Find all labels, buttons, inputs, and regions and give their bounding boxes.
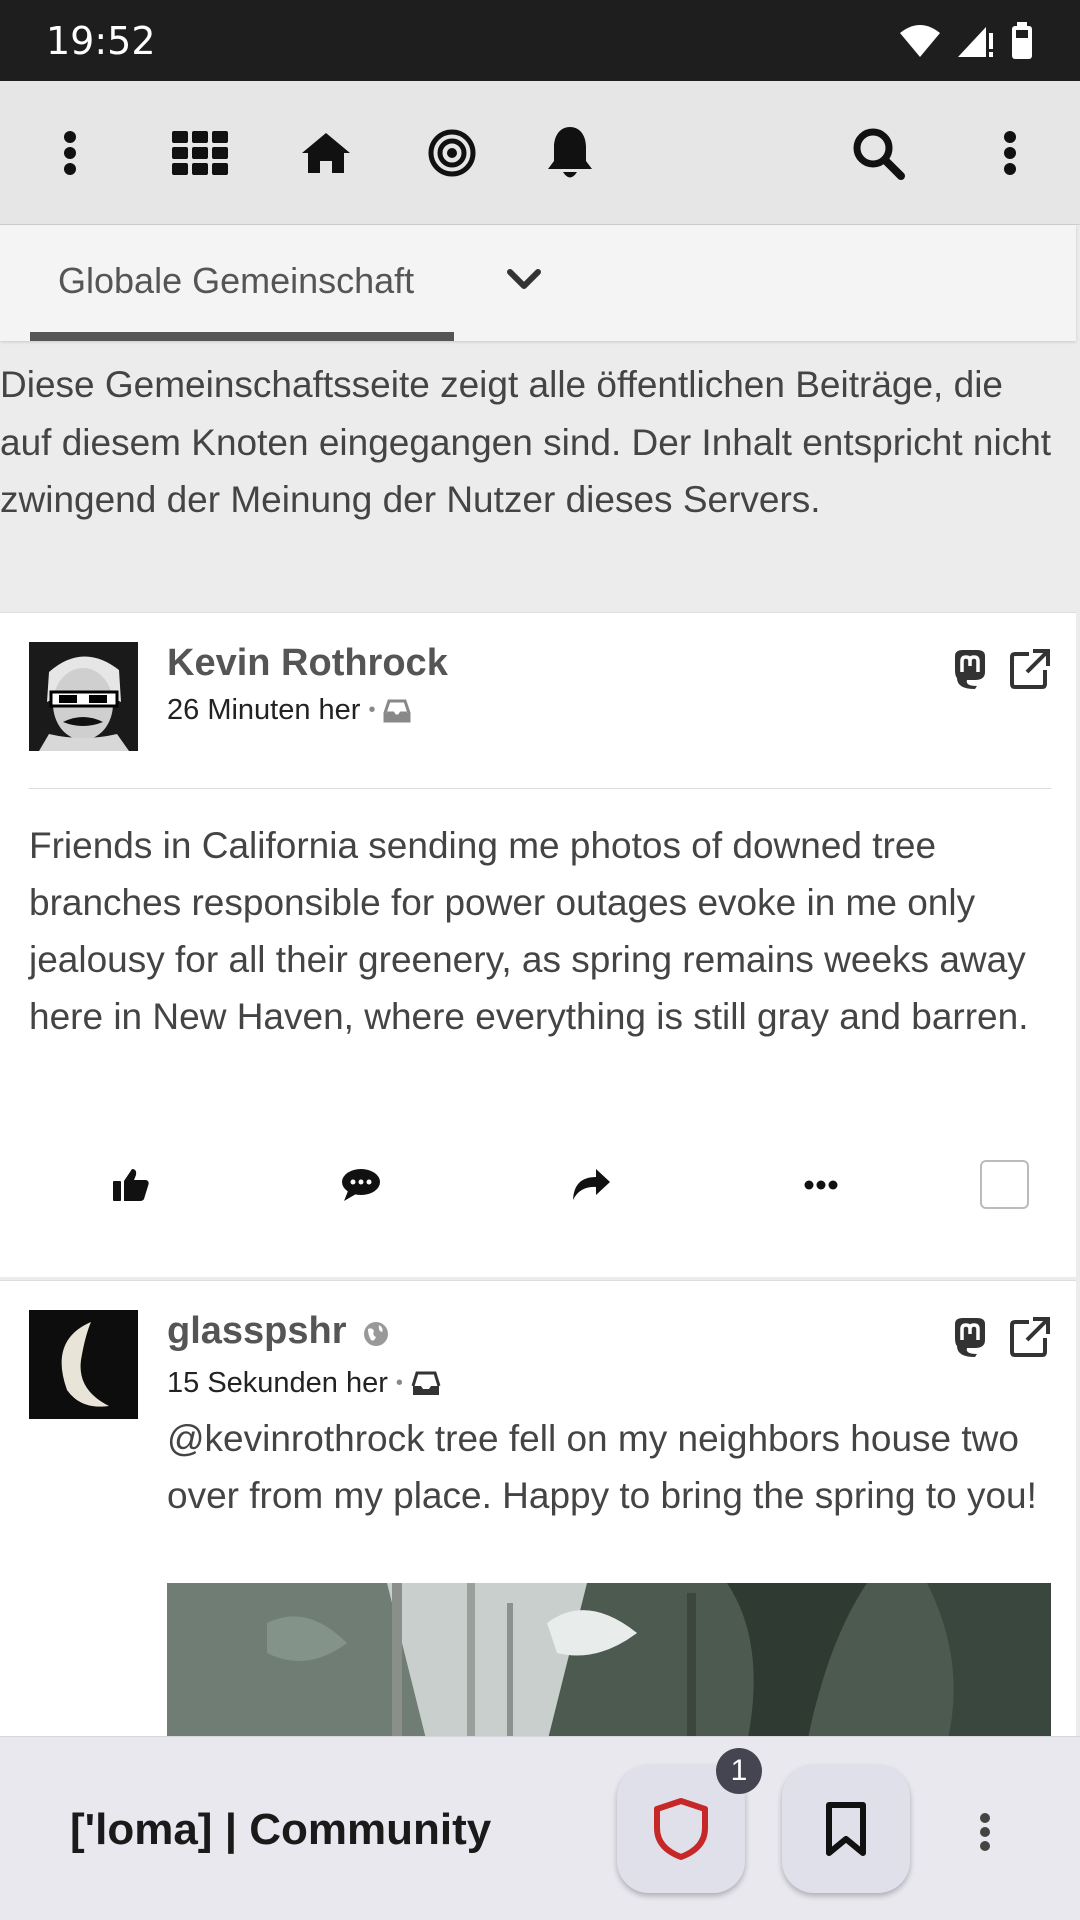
tab-underline: [30, 332, 454, 341]
post-time[interactable]: 15 Sekunden her: [167, 1367, 388, 1400]
post-author[interactable]: glasspshr: [167, 1310, 347, 1353]
site-title[interactable]: ['loma] | Community: [70, 1805, 491, 1855]
browser-bottom-bar: ['loma] | Community: [0, 1736, 1080, 1920]
bell-icon[interactable]: [538, 121, 602, 185]
status-bar: 19:52: [0, 0, 1080, 81]
menu-dots-icon[interactable]: [38, 121, 102, 185]
post-body: @kevinrothrock tree fell on my neighbors…: [167, 1418, 1037, 1516]
inbox-icon: [383, 699, 411, 722]
separator-dot: •: [368, 699, 376, 721]
mastodon-icon[interactable]: [948, 647, 992, 691]
mastodon-icon[interactable]: [948, 1315, 992, 1359]
wifi-icon: [900, 24, 940, 57]
bookmark-icon: [826, 1802, 866, 1856]
external-link-icon[interactable]: [1008, 647, 1052, 691]
like-icon[interactable]: [101, 1160, 161, 1210]
tab-label: Globale Gemeinschaft: [58, 260, 415, 301]
tab-global-community[interactable]: Globale Gemeinschaft: [30, 225, 454, 341]
battery-icon: [1012, 21, 1032, 59]
search-icon[interactable]: [846, 121, 910, 185]
post-image[interactable]: [167, 1583, 1051, 1743]
external-link-icon[interactable]: [1008, 1315, 1052, 1359]
bookmark-button[interactable]: [782, 1765, 910, 1893]
inbox-icon: [411, 1371, 441, 1395]
community-description: Diese Gemeinschaftsseite zeigt alle öffe…: [0, 364, 1052, 520]
avatar[interactable]: [29, 1310, 138, 1419]
separator-dot: •: [395, 1372, 403, 1394]
globe-icon: [364, 1322, 388, 1346]
more-icon[interactable]: [978, 121, 1042, 185]
post-divider: [29, 788, 1051, 789]
more-icon[interactable]: [960, 1802, 1010, 1862]
comment-icon[interactable]: [331, 1160, 391, 1210]
avatar[interactable]: [29, 642, 138, 751]
share-icon[interactable]: [561, 1160, 621, 1210]
post-meta: 26 Minuten her •: [167, 694, 411, 727]
select-checkbox[interactable]: [980, 1160, 1029, 1209]
chevron-down-icon[interactable]: [494, 250, 554, 310]
apps-grid-icon[interactable]: [168, 121, 232, 185]
top-toolbar: [0, 81, 1080, 225]
status-time: 19:52: [46, 18, 156, 63]
post-meta: 15 Sekunden her •: [167, 1367, 441, 1400]
target-icon[interactable]: [420, 121, 484, 185]
signal-icon: [958, 26, 993, 57]
post-time[interactable]: 26 Minuten her: [167, 694, 360, 727]
shield-icon: [654, 1798, 708, 1860]
notification-badge: 1: [716, 1748, 762, 1794]
post-body: Friends in California sending me photos …: [29, 825, 1029, 1037]
more-actions-icon[interactable]: [791, 1160, 851, 1210]
post-author[interactable]: Kevin Rothrock: [167, 642, 448, 685]
home-icon[interactable]: [294, 121, 358, 185]
status-icons: [898, 21, 1034, 60]
